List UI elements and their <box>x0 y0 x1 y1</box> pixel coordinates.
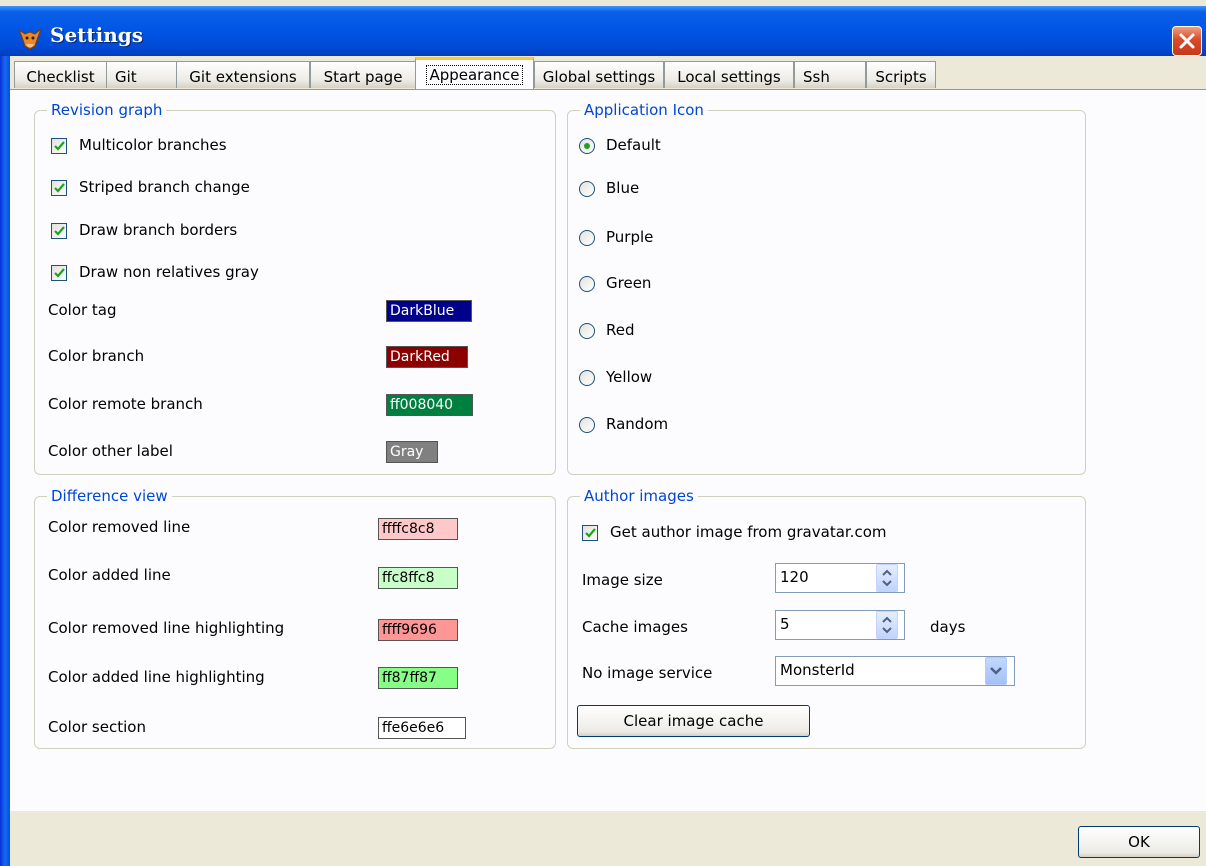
window-title: Settings <box>50 23 144 47</box>
color-added-line-swatch[interactable]: ffc8ffc8 <box>378 567 458 589</box>
color-section-swatch[interactable]: ffe6e6e6 <box>378 717 466 739</box>
tab-local-settings[interactable]: Local settings <box>664 61 794 88</box>
color-branch-label: Color branch <box>48 347 145 365</box>
radio-selected-dot <box>584 143 590 149</box>
color-section-label: Color section <box>48 718 146 736</box>
icon-green-label[interactable]: Green <box>606 274 651 292</box>
author-images-title: Author images <box>580 487 698 505</box>
gravatar-checkbox[interactable] <box>582 525 598 541</box>
icon-purple-radio[interactable] <box>579 230 595 246</box>
striped-branch-change-label[interactable]: Striped branch change <box>79 178 250 196</box>
image-size-value: 120 <box>780 568 809 586</box>
icon-red-label[interactable]: Red <box>606 321 635 339</box>
application-icon-title: Application Icon <box>580 101 708 119</box>
color-other-label-label: Color other label <box>48 442 173 460</box>
color-added-line-highlighting-swatch[interactable]: ff87ff87 <box>378 667 458 689</box>
draw-branch-borders-checkbox[interactable] <box>51 223 67 239</box>
tab-start-page[interactable]: Start page <box>310 61 416 88</box>
checkmark-icon <box>54 183 65 193</box>
tab-checklist[interactable]: Checklist <box>14 61 107 88</box>
window-frame-left <box>0 56 10 866</box>
icon-yellow-radio[interactable] <box>579 370 595 386</box>
color-tag-label: Color tag <box>48 301 117 319</box>
icon-blue-label[interactable]: Blue <box>606 179 639 197</box>
draw-branch-borders-label[interactable]: Draw branch borders <box>79 221 237 239</box>
icon-yellow-label[interactable]: Yellow <box>606 368 652 386</box>
tab-appearance[interactable]: Appearance <box>415 57 534 89</box>
tab-global-settings[interactable]: Global settings <box>534 61 664 88</box>
icon-default-radio[interactable] <box>579 138 595 154</box>
difference-view-title: Difference view <box>47 487 172 505</box>
multicolor-branches-label[interactable]: Multicolor branches <box>79 136 227 154</box>
color-branch-swatch[interactable]: DarkRed <box>386 346 468 368</box>
color-removed-line-swatch[interactable]: ffffc8c8 <box>378 518 458 540</box>
checkmark-icon <box>585 528 596 538</box>
icon-green-radio[interactable] <box>579 276 595 292</box>
revision-graph-group: Revision graph Multicolor branches Strip… <box>34 101 556 475</box>
application-icon-group: Application Icon Default Blue Purple Gre… <box>567 101 1086 475</box>
app-cow-icon <box>17 27 43 50</box>
close-icon <box>1179 33 1195 49</box>
chevron-down-icon <box>990 667 1002 675</box>
icon-random-radio[interactable] <box>579 417 595 433</box>
tab-git-extensions[interactable]: Git extensions <box>176 61 310 88</box>
draw-non-relatives-gray-checkbox[interactable] <box>51 265 67 281</box>
color-added-line-highlighting-label: Color added line highlighting <box>48 668 265 686</box>
multicolor-branches-checkbox[interactable] <box>51 138 67 154</box>
cache-images-label: Cache images <box>582 618 688 636</box>
color-tag-swatch[interactable]: DarkBlue <box>386 300 472 322</box>
checkmark-icon <box>54 268 65 278</box>
spin-up-down-icon <box>882 569 892 587</box>
clear-image-cache-button[interactable]: Clear image cache <box>577 705 810 737</box>
gravatar-label[interactable]: Get author image from gravatar.com <box>610 523 886 541</box>
no-image-service-value: MonsterId <box>780 661 855 679</box>
image-size-label: Image size <box>582 571 663 589</box>
color-removed-line-highlighting-swatch[interactable]: ffff9696 <box>378 619 458 641</box>
difference-view-group: Difference view Color removed line ffffc… <box>34 487 556 749</box>
ok-button[interactable]: OK <box>1078 826 1200 858</box>
image-size-spinner[interactable] <box>876 564 898 592</box>
cache-images-unit: days <box>930 618 966 636</box>
title-bar[interactable]: Settings <box>0 6 1206 56</box>
settings-window: Settings Checklist Git Git extensions St… <box>0 0 1206 866</box>
draw-non-relatives-gray-label[interactable]: Draw non relatives gray <box>79 263 259 281</box>
no-image-service-label: No image service <box>582 664 713 682</box>
color-other-label-swatch[interactable]: Gray <box>386 441 438 463</box>
cache-images-value: 5 <box>780 615 790 633</box>
appearance-panel: Revision graph Multicolor branches Strip… <box>10 89 1206 812</box>
spin-up-down-icon <box>882 616 892 634</box>
checkmark-icon <box>54 141 65 151</box>
no-image-service-select[interactable]: MonsterId <box>775 656 1015 686</box>
author-images-group: Author images Get author image from grav… <box>567 487 1086 749</box>
icon-purple-label[interactable]: Purple <box>606 228 653 246</box>
tab-scripts[interactable]: Scripts <box>866 61 936 88</box>
revision-graph-title: Revision graph <box>47 101 167 119</box>
color-removed-line-highlighting-label: Color removed line highlighting <box>48 619 285 637</box>
striped-branch-change-checkbox[interactable] <box>51 180 67 196</box>
icon-random-label[interactable]: Random <box>606 415 668 433</box>
tab-ssh[interactable]: Ssh <box>794 61 866 88</box>
icon-default-label[interactable]: Default <box>606 136 661 154</box>
icon-red-radio[interactable] <box>579 323 595 339</box>
cache-images-spinner[interactable] <box>876 611 898 639</box>
color-remote-branch-label: Color remote branch <box>48 395 203 413</box>
tab-git[interactable]: Git <box>106 61 177 88</box>
color-removed-line-label: Color removed line <box>48 518 191 536</box>
no-image-service-dropdown-button[interactable] <box>985 657 1007 685</box>
checkmark-icon <box>54 226 65 236</box>
icon-blue-radio[interactable] <box>579 181 595 197</box>
color-remote-branch-swatch[interactable]: ff008040 <box>386 394 473 416</box>
close-button[interactable] <box>1172 26 1202 56</box>
color-added-line-label: Color added line <box>48 566 171 584</box>
tab-strip: Checklist Git Git extensions Start page … <box>10 56 1206 90</box>
dialog-footer: OK <box>10 811 1206 866</box>
